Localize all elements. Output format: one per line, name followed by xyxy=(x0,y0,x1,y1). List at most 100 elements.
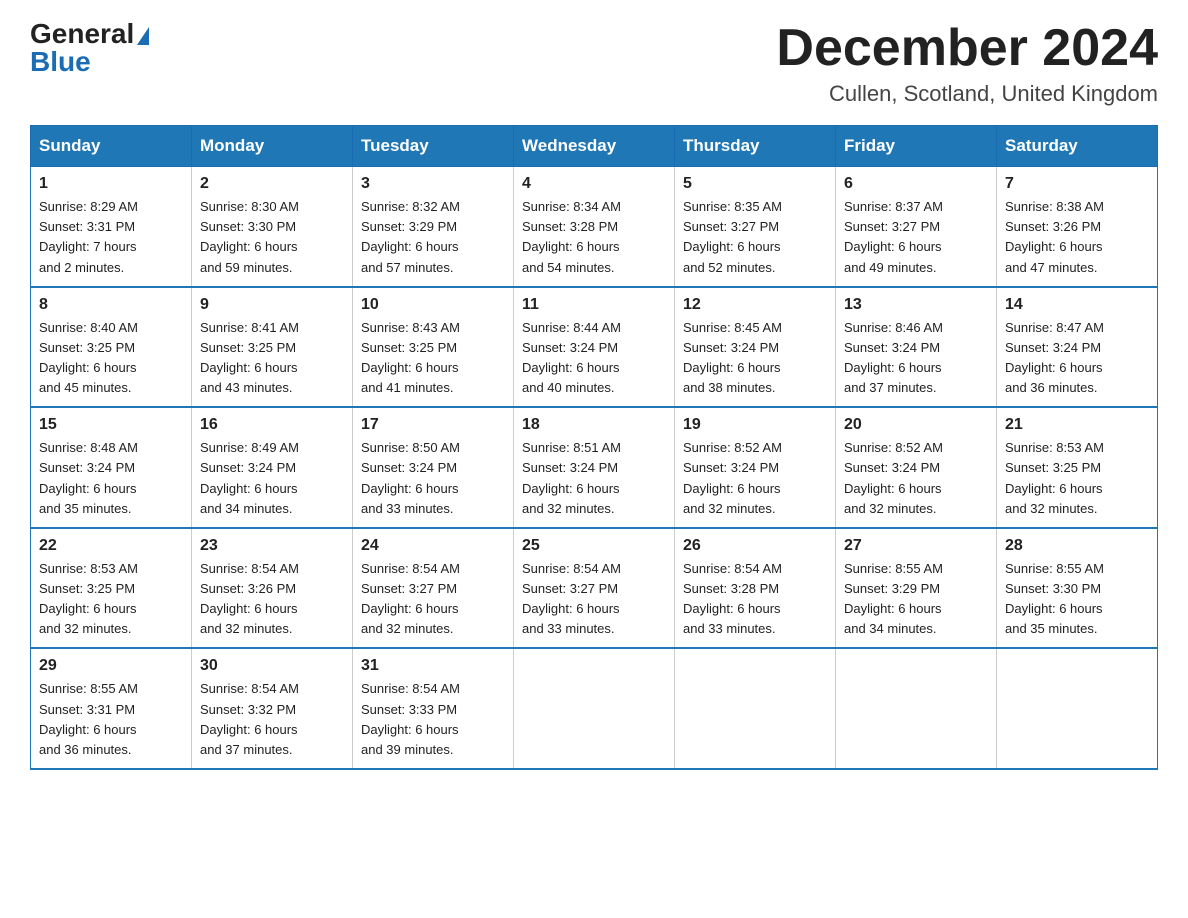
day-info: Sunrise: 8:40 AM Sunset: 3:25 PM Dayligh… xyxy=(39,318,183,399)
calendar-cell: 22 Sunrise: 8:53 AM Sunset: 3:25 PM Dayli… xyxy=(31,528,192,649)
day-info: Sunrise: 8:41 AM Sunset: 3:25 PM Dayligh… xyxy=(200,318,344,399)
day-number: 13 xyxy=(844,296,988,314)
day-info: Sunrise: 8:54 AM Sunset: 3:27 PM Dayligh… xyxy=(361,559,505,640)
day-number: 5 xyxy=(683,175,827,193)
day-number: 27 xyxy=(844,537,988,555)
day-info: Sunrise: 8:54 AM Sunset: 3:27 PM Dayligh… xyxy=(522,559,666,640)
day-info: Sunrise: 8:55 AM Sunset: 3:29 PM Dayligh… xyxy=(844,559,988,640)
calendar-cell: 12 Sunrise: 8:45 AM Sunset: 3:24 PM Dayli… xyxy=(675,287,836,408)
day-info: Sunrise: 8:54 AM Sunset: 3:26 PM Dayligh… xyxy=(200,559,344,640)
logo: General Blue xyxy=(30,20,149,76)
day-info: Sunrise: 8:52 AM Sunset: 3:24 PM Dayligh… xyxy=(844,438,988,519)
calendar-cell: 19 Sunrise: 8:52 AM Sunset: 3:24 PM Dayli… xyxy=(675,407,836,528)
logo-general: General xyxy=(30,18,134,49)
day-number: 2 xyxy=(200,175,344,193)
day-number: 8 xyxy=(39,296,183,314)
day-info: Sunrise: 8:46 AM Sunset: 3:24 PM Dayligh… xyxy=(844,318,988,399)
week-row-5: 29Sunrise: 8:55 AM Sunset: 3:31 PM Dayli… xyxy=(31,648,1158,769)
day-info: Sunrise: 8:38 AM Sunset: 3:26 PM Dayligh… xyxy=(1005,197,1149,278)
day-number: 11 xyxy=(522,296,666,314)
day-info: Sunrise: 8:52 AM Sunset: 3:24 PM Dayligh… xyxy=(683,438,827,519)
calendar-cell: 30 Sunrise: 8:54 AM Sunset: 3:32 PM Dayli… xyxy=(192,648,353,769)
calendar-cell: 13 Sunrise: 8:46 AM Sunset: 3:24 PM Dayli… xyxy=(836,287,997,408)
weekday-header-monday: Monday xyxy=(192,126,353,167)
weekday-header-wednesday: Wednesday xyxy=(514,126,675,167)
title-block: December 2024 Cullen, Scotland, United K… xyxy=(776,20,1158,107)
calendar-cell: 28 Sunrise: 8:55 AM Sunset: 3:30 PM Dayli… xyxy=(997,528,1158,649)
day-info: Sunrise: 8:29 AM Sunset: 3:31 PM Dayligh… xyxy=(39,197,183,278)
calendar-cell: 6 Sunrise: 8:37 AM Sunset: 3:27 PM Daylig… xyxy=(836,167,997,287)
day-info: Sunrise: 8:54 AM Sunset: 3:32 PM Dayligh… xyxy=(200,679,344,760)
week-row-3: 15Sunrise: 8:48 AM Sunset: 3:24 PM Dayli… xyxy=(31,407,1158,528)
calendar-cell: 5 Sunrise: 8:35 AM Sunset: 3:27 PM Daylig… xyxy=(675,167,836,287)
day-number: 19 xyxy=(683,416,827,434)
day-info: Sunrise: 8:35 AM Sunset: 3:27 PM Dayligh… xyxy=(683,197,827,278)
day-number: 3 xyxy=(361,175,505,193)
day-number: 29 xyxy=(39,657,183,675)
calendar-cell: 23 Sunrise: 8:54 AM Sunset: 3:26 PM Dayli… xyxy=(192,528,353,649)
day-number: 9 xyxy=(200,296,344,314)
logo-blue: Blue xyxy=(30,46,91,77)
day-info: Sunrise: 8:54 AM Sunset: 3:28 PM Dayligh… xyxy=(683,559,827,640)
day-info: Sunrise: 8:37 AM Sunset: 3:27 PM Dayligh… xyxy=(844,197,988,278)
weekday-header-friday: Friday xyxy=(836,126,997,167)
calendar-cell: 26Sunrise: 8:54 AM Sunset: 3:28 PM Dayli… xyxy=(675,528,836,649)
weekday-header-saturday: Saturday xyxy=(997,126,1158,167)
logo-text: General xyxy=(30,20,149,48)
month-title: December 2024 xyxy=(776,20,1158,77)
day-info: Sunrise: 8:44 AM Sunset: 3:24 PM Dayligh… xyxy=(522,318,666,399)
calendar-cell: 31Sunrise: 8:54 AM Sunset: 3:33 PM Dayli… xyxy=(353,648,514,769)
day-info: Sunrise: 8:55 AM Sunset: 3:30 PM Dayligh… xyxy=(1005,559,1149,640)
day-number: 20 xyxy=(844,416,988,434)
day-number: 14 xyxy=(1005,296,1149,314)
calendar-cell: 11 Sunrise: 8:44 AM Sunset: 3:24 PM Dayli… xyxy=(514,287,675,408)
day-number: 12 xyxy=(683,296,827,314)
day-info: Sunrise: 8:51 AM Sunset: 3:24 PM Dayligh… xyxy=(522,438,666,519)
day-number: 31 xyxy=(361,657,505,675)
day-number: 7 xyxy=(1005,175,1149,193)
calendar-cell: 14 Sunrise: 8:47 AM Sunset: 3:24 PM Dayli… xyxy=(997,287,1158,408)
calendar-cell: 10Sunrise: 8:43 AM Sunset: 3:25 PM Dayli… xyxy=(353,287,514,408)
day-number: 16 xyxy=(200,416,344,434)
day-number: 25 xyxy=(522,537,666,555)
calendar-cell: 21Sunrise: 8:53 AM Sunset: 3:25 PM Dayli… xyxy=(997,407,1158,528)
day-number: 30 xyxy=(200,657,344,675)
day-number: 6 xyxy=(844,175,988,193)
calendar-cell: 1 Sunrise: 8:29 AM Sunset: 3:31 PM Daylig… xyxy=(31,167,192,287)
weekday-header-tuesday: Tuesday xyxy=(353,126,514,167)
calendar-cell: 3Sunrise: 8:32 AM Sunset: 3:29 PM Daylig… xyxy=(353,167,514,287)
day-number: 4 xyxy=(522,175,666,193)
calendar-cell xyxy=(997,648,1158,769)
calendar-cell: 18 Sunrise: 8:51 AM Sunset: 3:24 PM Dayli… xyxy=(514,407,675,528)
day-info: Sunrise: 8:34 AM Sunset: 3:28 PM Dayligh… xyxy=(522,197,666,278)
day-info: Sunrise: 8:50 AM Sunset: 3:24 PM Dayligh… xyxy=(361,438,505,519)
calendar-cell xyxy=(675,648,836,769)
calendar-cell: 8 Sunrise: 8:40 AM Sunset: 3:25 PM Daylig… xyxy=(31,287,192,408)
day-info: Sunrise: 8:53 AM Sunset: 3:25 PM Dayligh… xyxy=(1005,438,1149,519)
day-info: Sunrise: 8:47 AM Sunset: 3:24 PM Dayligh… xyxy=(1005,318,1149,399)
page-header: General Blue December 2024 Cullen, Scotl… xyxy=(30,20,1158,107)
day-number: 28 xyxy=(1005,537,1149,555)
calendar-cell: 16 Sunrise: 8:49 AM Sunset: 3:24 PM Dayli… xyxy=(192,407,353,528)
calendar-cell xyxy=(836,648,997,769)
day-info: Sunrise: 8:49 AM Sunset: 3:24 PM Dayligh… xyxy=(200,438,344,519)
day-number: 22 xyxy=(39,537,183,555)
calendar-cell: 17 Sunrise: 8:50 AM Sunset: 3:24 PM Dayli… xyxy=(353,407,514,528)
day-number: 15 xyxy=(39,416,183,434)
calendar-cell: 7 Sunrise: 8:38 AM Sunset: 3:26 PM Daylig… xyxy=(997,167,1158,287)
week-row-4: 22 Sunrise: 8:53 AM Sunset: 3:25 PM Dayli… xyxy=(31,528,1158,649)
day-number: 1 xyxy=(39,175,183,193)
calendar-cell: 29Sunrise: 8:55 AM Sunset: 3:31 PM Dayli… xyxy=(31,648,192,769)
calendar-table: SundayMondayTuesdayWednesdayThursdayFrid… xyxy=(30,125,1158,770)
day-info: Sunrise: 8:45 AM Sunset: 3:24 PM Dayligh… xyxy=(683,318,827,399)
day-number: 18 xyxy=(522,416,666,434)
calendar-cell: 25 Sunrise: 8:54 AM Sunset: 3:27 PM Dayli… xyxy=(514,528,675,649)
day-number: 17 xyxy=(361,416,505,434)
day-info: Sunrise: 8:30 AM Sunset: 3:30 PM Dayligh… xyxy=(200,197,344,278)
calendar-cell: 27 Sunrise: 8:55 AM Sunset: 3:29 PM Dayli… xyxy=(836,528,997,649)
day-number: 23 xyxy=(200,537,344,555)
calendar-cell: 24Sunrise: 8:54 AM Sunset: 3:27 PM Dayli… xyxy=(353,528,514,649)
day-info: Sunrise: 8:53 AM Sunset: 3:25 PM Dayligh… xyxy=(39,559,183,640)
calendar-cell: 9 Sunrise: 8:41 AM Sunset: 3:25 PM Daylig… xyxy=(192,287,353,408)
week-row-1: 1 Sunrise: 8:29 AM Sunset: 3:31 PM Daylig… xyxy=(31,167,1158,287)
